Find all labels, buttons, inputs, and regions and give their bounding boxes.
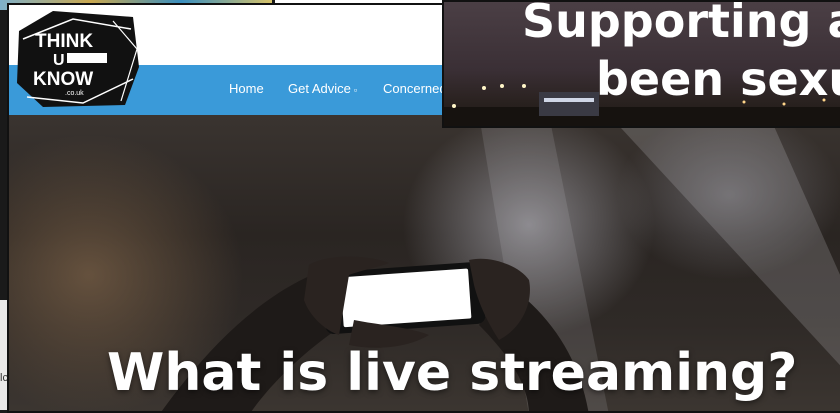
thinkuknow-logo[interactable]: THINK U KNOW .co.uk [13,9,141,109]
overlay-page-window: Supporting a been sexu [442,0,840,128]
nav-item-label: Get Advice [288,81,351,96]
nav-item-label: Concerned [383,81,447,96]
nav-item-get-advice[interactable]: Get Advice ▫ [288,81,357,96]
nav-item-label: Home [229,81,264,96]
logo-text-domain: .co.uk [65,90,84,97]
logo-text-u: U [53,52,65,69]
logo-text-know: KNOW [33,69,93,90]
overlay-headline-line1: Supporting a [522,0,840,48]
hero-title: What is live streaming? [107,343,798,403]
logo-graphic: THINK U KNOW .co.uk [17,11,139,107]
nav-item-concerned[interactable]: Concerned [383,81,447,96]
dropdown-caret-icon: ▫ [353,84,358,95]
nav-item-home[interactable]: Home [229,81,264,96]
hero-banner: What is live streaming? [9,115,840,411]
overlay-headline-line2: been sexu [596,52,840,106]
logo-text-think: THINK [35,31,93,52]
